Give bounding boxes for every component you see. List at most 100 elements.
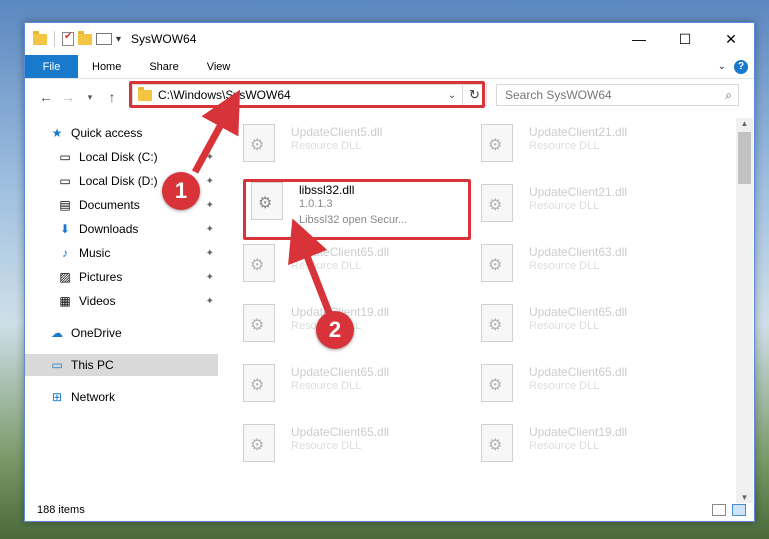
list-item[interactable]: UpdateClient21.dll Resource DLL	[473, 118, 703, 172]
tab-file[interactable]: File	[25, 55, 78, 78]
scroll-thumb[interactable]	[738, 132, 751, 184]
quick-access-toolbar: ▾	[33, 30, 121, 47]
scroll-up-icon[interactable]: ▲	[736, 119, 753, 128]
pin-icon[interactable]: ✦	[206, 272, 214, 283]
properties-icon[interactable]	[62, 31, 74, 46]
sidebar-item-quick-access[interactable]: ★ Quick access	[25, 122, 218, 144]
explorer-window: ▾ SysWOW64 — ☐ ✕ File Home Share View ⌄ …	[24, 22, 755, 522]
sidebar-item-label: OneDrive	[71, 326, 122, 340]
tab-home[interactable]: Home	[78, 55, 135, 78]
list-item[interactable]: UpdateClient65.dll Resource DLL	[235, 238, 465, 292]
list-item[interactable]: UpdateClient21.dll Resource DLL	[473, 178, 703, 232]
list-item[interactable]: UpdateClient65.dll Resource DLL	[473, 358, 703, 412]
dll-file-icon	[243, 424, 275, 462]
window-title: SysWOW64	[131, 32, 197, 46]
view-icon[interactable]	[96, 33, 112, 45]
pictures-icon: ▨	[59, 270, 71, 284]
file-description: Resource DLL	[529, 260, 600, 272]
search-placeholder: Search SysWOW64	[505, 88, 612, 102]
pin-icon[interactable]: ✦	[206, 248, 214, 259]
tab-share[interactable]: Share	[135, 55, 192, 78]
file-description: Resource DLL	[291, 260, 362, 272]
drive-icon: ▭	[59, 150, 71, 164]
documents-icon: ▤	[59, 198, 71, 212]
pc-icon: ▭	[51, 358, 63, 372]
item-count: 188 items	[37, 504, 85, 516]
sidebar-item-videos[interactable]: ▦ Videos ✦	[25, 290, 218, 312]
search-icon[interactable]: ⌕	[725, 88, 732, 103]
file-description: Resource DLL	[529, 140, 600, 152]
sidebar-item-music[interactable]: ♪ Music ✦	[25, 242, 218, 264]
forward-button[interactable]: →	[57, 89, 79, 105]
tiles-view-icon[interactable]	[732, 504, 746, 516]
dll-file-icon	[481, 124, 513, 162]
list-item[interactable]: UpdateClient65.dll Resource DLL	[473, 298, 703, 352]
recent-locations-icon[interactable]: ▾	[79, 92, 101, 103]
dll-file-icon	[243, 304, 275, 342]
file-name: UpdateClient65.dll	[529, 305, 628, 319]
list-item[interactable]: UpdateClient65.dll Resource DLL	[235, 418, 465, 472]
videos-icon: ▦	[59, 294, 71, 308]
details-view-icon[interactable]	[712, 504, 726, 516]
search-input[interactable]: Search SysWOW64 ⌕	[496, 84, 739, 106]
vertical-scrollbar[interactable]: ▲ ▼	[736, 118, 753, 503]
file-description: Resource DLL	[291, 380, 362, 392]
address-highlight-box	[129, 81, 485, 108]
pin-icon[interactable]: ✦	[206, 152, 214, 163]
dll-file-icon	[243, 124, 275, 162]
ribbon-tabs: File Home Share View ⌄ ?	[25, 55, 754, 79]
file-name: UpdateClient21.dll	[529, 185, 628, 199]
dll-file-icon	[243, 244, 275, 282]
callout-2: 2	[316, 311, 354, 349]
sidebar-item-label: Music	[79, 246, 111, 260]
file-name: UpdateClient5.dll	[291, 125, 383, 139]
sidebar-item-label: Local Disk (C:)	[79, 150, 158, 164]
sidebar-item-network[interactable]: ⊞ Network	[25, 386, 218, 408]
back-button[interactable]: ←	[35, 89, 57, 105]
drive-icon: ▭	[59, 174, 71, 188]
star-icon: ★	[51, 126, 63, 140]
sidebar-item-label: Network	[71, 390, 116, 404]
file-name: UpdateClient65.dll	[291, 365, 390, 379]
file-name: UpdateClient21.dll	[529, 125, 628, 139]
maximize-button[interactable]: ☐	[662, 23, 708, 55]
pin-icon[interactable]: ✦	[206, 200, 214, 211]
dll-file-icon	[243, 364, 275, 402]
pin-icon[interactable]: ✦	[206, 296, 214, 307]
minimize-button[interactable]: —	[616, 23, 662, 55]
new-folder-icon[interactable]	[78, 30, 92, 45]
sidebar-item-pictures[interactable]: ▨ Pictures ✦	[25, 266, 218, 288]
list-item[interactable]: UpdateClient63.dll Resource DLL	[473, 238, 703, 292]
status-bar: 188 items	[25, 499, 754, 521]
sidebar-item-downloads[interactable]: ⬇ Downloads ✦	[25, 218, 218, 240]
list-item[interactable]: UpdateClient65.dll Resource DLL	[235, 358, 465, 412]
up-button[interactable]: ↑	[101, 89, 123, 105]
sidebar-item-label: Documents	[79, 198, 140, 212]
dll-file-icon	[481, 184, 513, 222]
file-description: Resource DLL	[291, 140, 362, 152]
pin-icon[interactable]: ✦	[206, 224, 214, 235]
customize-dropdown-icon[interactable]: ▾	[116, 34, 121, 45]
file-name: UpdateClient63.dll	[529, 245, 628, 259]
sidebar-item-local-disk-c[interactable]: ▭ Local Disk (C:) ✦	[25, 146, 218, 168]
file-name: UpdateClient65.dll	[529, 365, 628, 379]
help-icon[interactable]: ?	[734, 59, 748, 74]
download-icon: ⬇	[59, 222, 71, 236]
sidebar-item-label: Local Disk (D:)	[79, 174, 158, 188]
expand-ribbon-icon[interactable]: ⌄	[718, 61, 726, 72]
pin-icon[interactable]: ✦	[206, 176, 214, 187]
title-bar: ▾ SysWOW64 — ☐ ✕	[25, 23, 754, 55]
list-item[interactable]	[473, 418, 703, 472]
divider	[54, 31, 55, 47]
file-name: UpdateClient65.dll	[291, 245, 390, 259]
network-icon: ⊞	[51, 390, 63, 404]
dll-file-icon	[481, 244, 513, 282]
tab-view[interactable]: View	[193, 55, 245, 78]
sidebar-item-label: Pictures	[79, 270, 123, 284]
sidebar-item-this-pc[interactable]: ▭ This PC	[25, 354, 218, 376]
close-button[interactable]: ✕	[708, 23, 754, 55]
list-item[interactable]: UpdateClient5.dll Resource DLL	[235, 118, 465, 172]
dll-file-icon	[481, 304, 513, 342]
sidebar-item-onedrive[interactable]: ☁ OneDrive	[25, 322, 218, 344]
sidebar-item-label: Downloads	[79, 222, 139, 236]
